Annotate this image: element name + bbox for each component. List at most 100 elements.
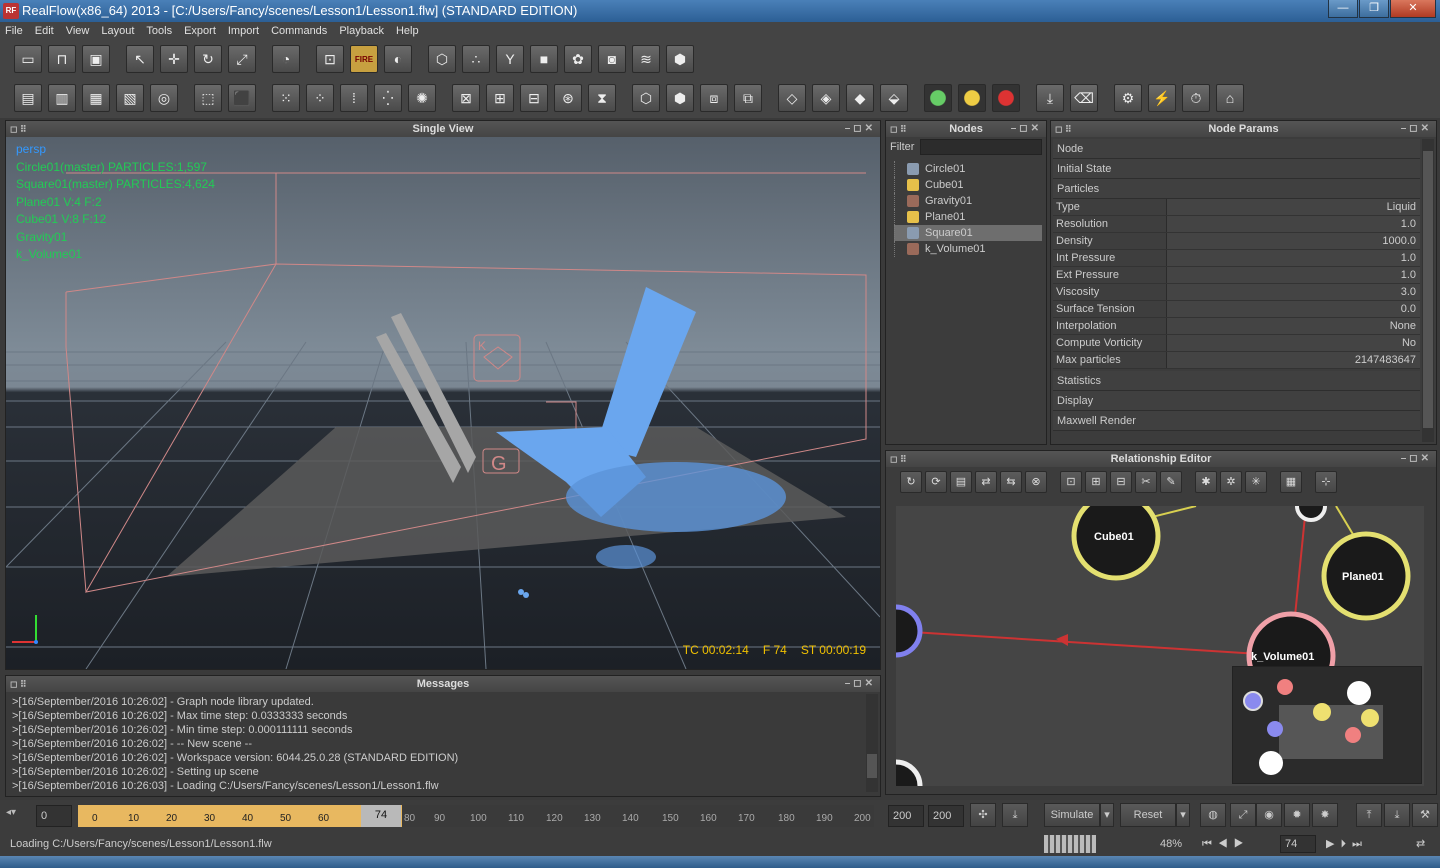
script-3-icon[interactable]: ⏱ xyxy=(1182,84,1210,112)
reset-dropdown-icon[interactable]: ▾ xyxy=(1176,803,1190,827)
table-view-icon[interactable]: ▦ xyxy=(1280,471,1302,493)
render-icon[interactable]: ⊡ xyxy=(316,45,344,73)
preview-icon[interactable]: ◐ xyxy=(384,45,412,73)
view-front-icon[interactable]: ⬡ xyxy=(632,84,660,112)
menu-edit[interactable]: Edit xyxy=(35,22,54,40)
constraint-1-icon[interactable]: ⊠ xyxy=(452,84,480,112)
new-scene-icon[interactable]: ▭ xyxy=(14,45,42,73)
emitter-2-icon[interactable]: ⁘ xyxy=(306,84,334,112)
param-value[interactable]: 0.0 xyxy=(1167,301,1420,317)
box-view-icon[interactable]: ⬚ xyxy=(194,84,222,112)
panel-grip-icon[interactable]: ◻ ⠿ xyxy=(890,121,907,137)
menu-file[interactable]: File xyxy=(5,22,23,40)
view-side-icon[interactable]: ⬢ xyxy=(666,84,694,112)
scene-object-icon[interactable]: ⬡ xyxy=(428,45,456,73)
circle01-node[interactable] xyxy=(896,604,923,658)
menu-tools[interactable]: Tools xyxy=(146,22,172,40)
save-scene-icon[interactable]: ▣ xyxy=(82,45,110,73)
param-row[interactable]: Resolution 1.0 xyxy=(1053,216,1420,233)
reset-button[interactable]: Reset xyxy=(1120,803,1176,827)
param-value[interactable]: Liquid xyxy=(1167,199,1420,215)
params-scrollbar[interactable] xyxy=(1422,139,1434,442)
param-value[interactable]: 1000.0 xyxy=(1167,233,1420,249)
layout-1-icon[interactable]: ▤ xyxy=(14,84,42,112)
emitter-1-icon[interactable]: ⁙ xyxy=(272,84,300,112)
timeline-menu-icon[interactable]: ◂▾ xyxy=(6,807,32,825)
grid-cube-icon[interactable]: ⬢ xyxy=(666,45,694,73)
script-1-icon[interactable]: ⚙ xyxy=(1114,84,1142,112)
param-value[interactable]: 1.0 xyxy=(1167,250,1420,266)
cache-delete-icon[interactable]: ⌫ xyxy=(1070,84,1098,112)
3d-viewport[interactable]: K G persp Circle01(master) PARTICLES:1,5… xyxy=(6,137,880,669)
messages-log[interactable]: >[16/September/2016 10:26:02] - Graph no… xyxy=(6,692,880,796)
scale-icon[interactable]: ⤢ xyxy=(1230,803,1256,827)
panel-window-controls[interactable]: –◻✕ xyxy=(845,676,876,692)
panel-grip-icon[interactable]: ◻ ⠿ xyxy=(10,676,27,692)
playback-rewind-icons[interactable]: ⏮◀▶ xyxy=(1202,832,1250,856)
panel-window-controls[interactable]: –◻✕ xyxy=(845,121,876,137)
connect-2-icon[interactable]: ✲ xyxy=(1220,471,1242,493)
cube-wire-2-icon[interactable]: ◈ xyxy=(812,84,840,112)
emitter-5-icon[interactable]: ✺ xyxy=(408,84,436,112)
cube-shade-1-icon[interactable]: ◆ xyxy=(846,84,874,112)
menu-playback[interactable]: Playback xyxy=(339,22,384,40)
param-value[interactable]: No xyxy=(1167,335,1420,351)
folder-icon[interactable]: ▤ xyxy=(950,471,972,493)
playback-forward-icons[interactable]: ▶⏵⏭ xyxy=(1326,832,1368,856)
param-row[interactable]: Int Pressure 1.0 xyxy=(1053,250,1420,267)
loop-icon[interactable]: ⇄ xyxy=(1416,832,1425,856)
graph-minimap[interactable] xyxy=(1232,666,1422,784)
group-icon[interactable]: ⊟ xyxy=(1110,471,1132,493)
section-particles[interactable]: Particles xyxy=(1053,179,1420,199)
sun-2-icon[interactable]: ✸ xyxy=(1312,803,1338,827)
end-frame-field[interactable]: 200 xyxy=(888,805,924,827)
move-tool-icon[interactable]: ✛ xyxy=(160,45,188,73)
param-row[interactable]: Interpolation None xyxy=(1053,318,1420,335)
section-display[interactable]: Display xyxy=(1053,391,1420,411)
simulate-dropdown-icon[interactable]: ▾ xyxy=(1100,803,1114,827)
param-row[interactable]: Density 1000.0 xyxy=(1053,233,1420,250)
param-row[interactable]: Max particles 2147483647 xyxy=(1053,352,1420,369)
sun-1-icon[interactable]: ✹ xyxy=(1284,803,1310,827)
scrollbar-thumb[interactable] xyxy=(867,754,877,778)
reload-icon[interactable]: ⟳ xyxy=(925,471,947,493)
panel-window-controls[interactable]: –◻✕ xyxy=(1011,121,1042,137)
key-out-icon[interactable]: ⤓ xyxy=(1384,803,1410,827)
note-icon[interactable]: ✎ xyxy=(1160,471,1182,493)
node-item-plane01[interactable]: Plane01 xyxy=(894,209,1042,225)
open-scene-icon[interactable]: ⊓ xyxy=(48,45,76,73)
param-value[interactable]: 1.0 xyxy=(1167,216,1420,232)
node-item-cube01[interactable]: Cube01 xyxy=(894,177,1042,193)
status-yellow-icon[interactable] xyxy=(958,84,986,112)
constraint-2-icon[interactable]: ⊞ xyxy=(486,84,514,112)
menu-layout[interactable]: Layout xyxy=(101,22,134,40)
export-cache-icon[interactable]: ⤓ xyxy=(1002,803,1028,827)
param-value[interactable]: 3.0 xyxy=(1167,284,1420,300)
square01-node[interactable] xyxy=(1295,506,1327,522)
close-button[interactable]: ✕ xyxy=(1390,0,1436,18)
connect-1-icon[interactable]: ✱ xyxy=(1195,471,1217,493)
axis-icon[interactable]: ⊹ xyxy=(1315,471,1337,493)
emitter-3-icon[interactable]: ⁞ xyxy=(340,84,368,112)
section-maxwell-render[interactable]: Maxwell Render xyxy=(1053,411,1420,431)
cube-shade-2-icon[interactable]: ⬙ xyxy=(880,84,908,112)
gravity01-node[interactable] xyxy=(896,759,923,786)
param-row[interactable]: Viscosity 3.0 xyxy=(1053,284,1420,301)
fire-icon[interactable]: FIRE xyxy=(350,45,378,73)
refresh-icon[interactable]: ↻ xyxy=(900,471,922,493)
node-item-square01[interactable]: Square01 xyxy=(894,225,1042,241)
menu-help[interactable]: Help xyxy=(396,22,419,40)
layout-4-icon[interactable]: ▧ xyxy=(116,84,144,112)
start-frame-field[interactable]: 0 xyxy=(36,805,72,827)
hybrido-icon[interactable]: ◔ xyxy=(272,45,300,73)
menu-commands[interactable]: Commands xyxy=(271,22,327,40)
emitter-4-icon[interactable]: ⁛ xyxy=(374,84,402,112)
panel-grip-icon[interactable]: ◻ ⠿ xyxy=(1055,121,1072,137)
section-node[interactable]: Node xyxy=(1053,139,1420,159)
cache-save-icon[interactable]: ⤓ xyxy=(1036,84,1064,112)
camera-icon[interactable]: ◙ xyxy=(598,45,626,73)
link-1-icon[interactable]: ⇄ xyxy=(975,471,997,493)
rotate-tool-icon[interactable]: ↻ xyxy=(194,45,222,73)
camera-label[interactable]: persp xyxy=(16,141,215,159)
section-initial-state[interactable]: Initial State xyxy=(1053,159,1420,179)
